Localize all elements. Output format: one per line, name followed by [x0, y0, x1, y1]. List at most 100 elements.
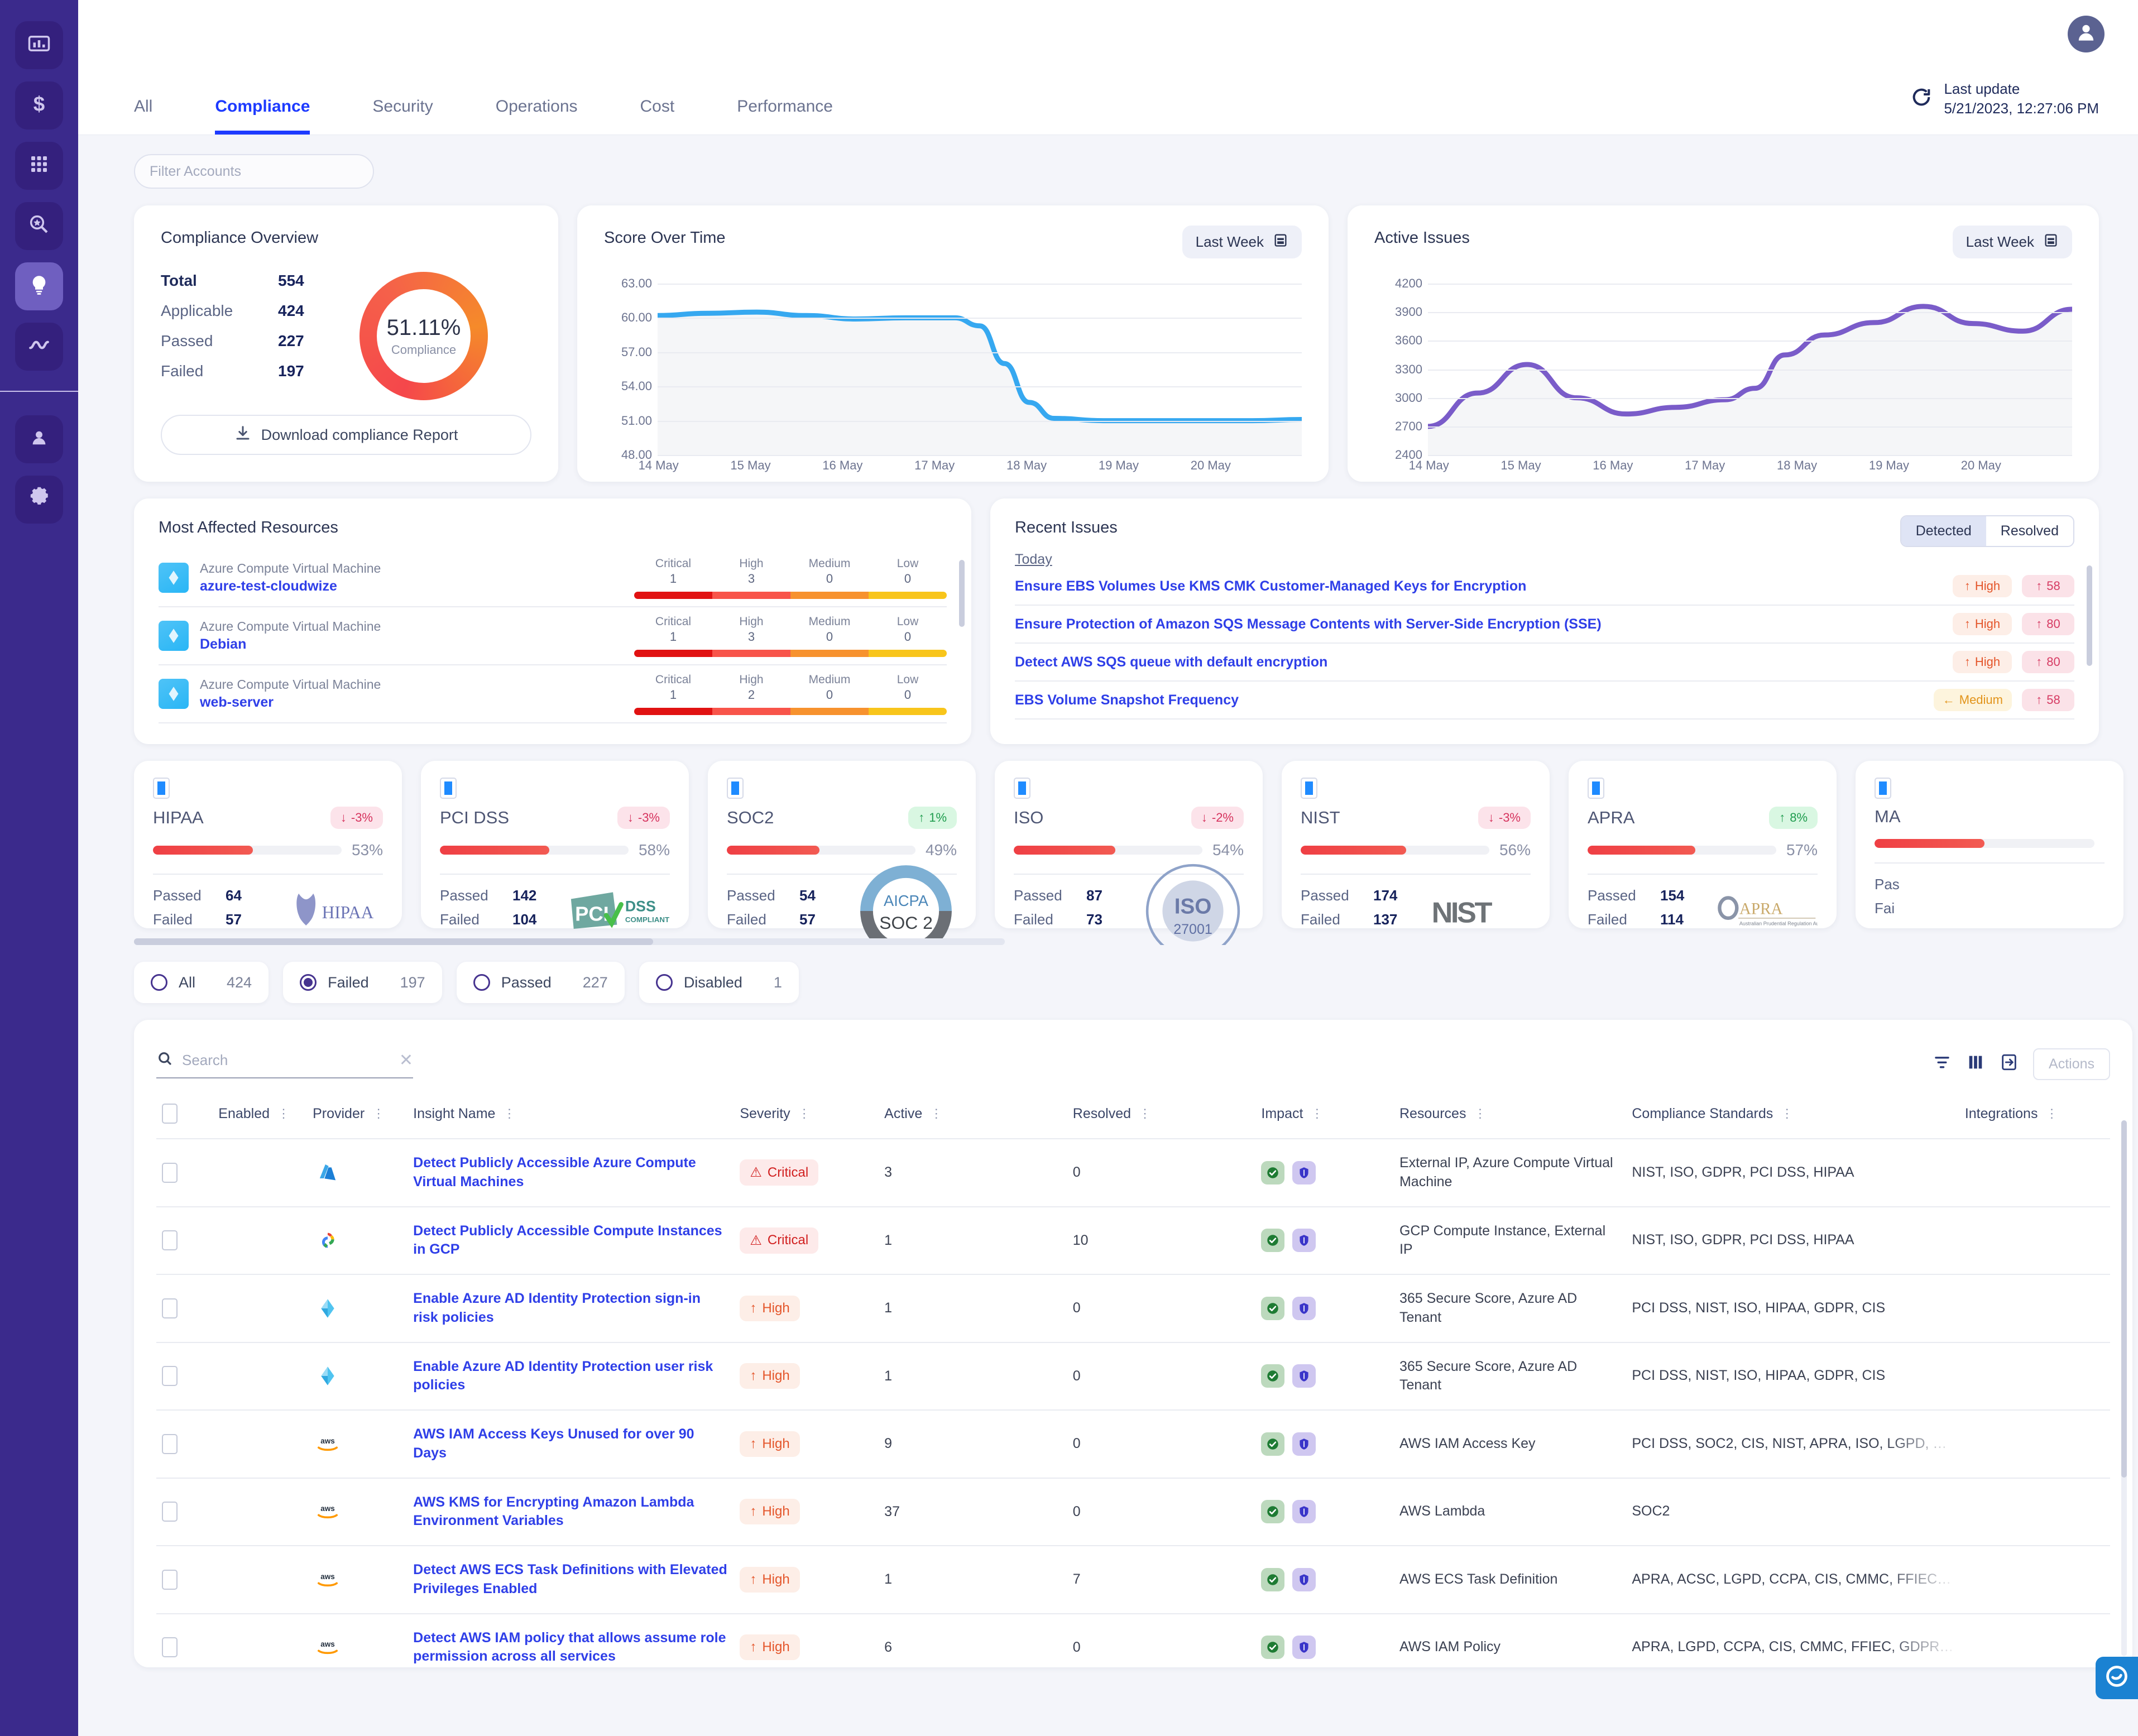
list-item[interactable]: Ensure EBS Volumes Use KMS CMK Customer-… — [1015, 568, 2074, 606]
checkbox[interactable] — [1875, 778, 1891, 799]
column-menu-icon[interactable]: ⋮ — [2045, 1106, 2058, 1121]
sidebar-item-explore[interactable] — [15, 202, 63, 250]
radio-button[interactable] — [473, 974, 490, 991]
avatar[interactable] — [2068, 16, 2105, 52]
table-row[interactable]: aws Detect AWS IAM policy that allows ass… — [156, 1613, 2110, 1667]
checkbox[interactable] — [162, 1230, 178, 1251]
col-provider[interactable]: Provider ⋮ — [307, 1089, 408, 1139]
status-filter-passed[interactable]: Passed 227 — [456, 962, 625, 1003]
row-checkbox-cell[interactable] — [156, 1139, 213, 1207]
checkbox[interactable] — [162, 1502, 178, 1522]
insight-name-cell[interactable]: Detect AWS ECS Task Definitions with Ele… — [408, 1546, 735, 1614]
scrollbar[interactable] — [2087, 565, 2092, 666]
resource-name-link[interactable]: azure-test-cloudwize — [200, 578, 634, 594]
tab-cost[interactable]: Cost — [640, 97, 675, 135]
col-impact[interactable]: Impact ⋮ — [1255, 1089, 1394, 1139]
insight-name-link[interactable]: Detect Publicly Accessible Compute Insta… — [413, 1223, 722, 1258]
tab-compliance[interactable]: Compliance — [215, 97, 310, 135]
insight-name-link[interactable]: Enable Azure AD Identity Protection sign… — [413, 1291, 701, 1325]
segment-resolved[interactable]: Resolved — [1986, 516, 2073, 546]
list-item[interactable]: Azure Compute Virtual Machine Debian Criti… — [159, 607, 947, 665]
table-row[interactable]: Detect Publicly Accessible Azure Compute… — [156, 1139, 2110, 1207]
checkbox[interactable] — [1301, 778, 1317, 799]
list-item[interactable]: Ensure Protection of Amazon SQS Message … — [1015, 606, 2074, 644]
insight-name-link[interactable]: AWS KMS for Encrypting Amazon Lambda Env… — [413, 1494, 694, 1529]
standard-card[interactable]: MA Pas Fai — [1856, 761, 2123, 928]
checkbox[interactable] — [162, 1298, 178, 1318]
checkbox[interactable] — [162, 1637, 178, 1658]
tab-operations[interactable]: Operations — [496, 97, 578, 135]
table-row[interactable]: Enable Azure AD Identity Protection user… — [156, 1342, 2110, 1411]
issue-title-link[interactable]: EBS Volume Snapshot Frequency — [1015, 692, 1924, 708]
search-input[interactable]: Search ✕ — [156, 1050, 413, 1078]
score-range-selector[interactable]: Last Week — [1182, 226, 1302, 258]
table-row[interactable]: aws AWS KMS for Encrypting Amazon Lambda … — [156, 1478, 2110, 1546]
column-menu-icon[interactable]: ⋮ — [798, 1106, 811, 1121]
row-checkbox-cell[interactable] — [156, 1274, 213, 1343]
insight-name-cell[interactable]: Enable Azure AD Identity Protection sign… — [408, 1274, 735, 1343]
enabled-cell[interactable] — [202, 1410, 308, 1479]
sidebar-item-insights[interactable] — [15, 262, 63, 310]
list-item[interactable]: EBS Volume Snapshot Frequency ← Medium ↑ 58 — [1015, 682, 2074, 720]
column-menu-icon[interactable]: ⋮ — [1311, 1106, 1324, 1121]
checkbox[interactable] — [162, 1162, 178, 1183]
row-checkbox-cell[interactable] — [156, 1546, 213, 1614]
standards-scrollbar[interactable] — [134, 938, 1005, 945]
checkbox[interactable] — [440, 778, 457, 799]
tab-performance[interactable]: Performance — [737, 97, 833, 135]
list-item[interactable]: Detect AWS SQS queue with default encryp… — [1015, 644, 2074, 682]
row-checkbox-cell[interactable] — [156, 1342, 213, 1411]
enabled-cell[interactable] — [202, 1139, 308, 1207]
refresh-icon[interactable] — [1910, 86, 1933, 112]
download-compliance-report-button[interactable]: Download compliance Report — [161, 415, 531, 455]
col-integrations[interactable]: Integrations ⋮ — [1959, 1089, 2110, 1139]
column-menu-icon[interactable]: ⋮ — [1474, 1106, 1487, 1121]
sidebar-item-trends[interactable] — [15, 323, 63, 371]
column-menu-icon[interactable]: ⋮ — [1139, 1106, 1152, 1121]
insight-name-cell[interactable]: Enable Azure AD Identity Protection user… — [408, 1342, 735, 1411]
checkbox[interactable] — [162, 1104, 178, 1124]
col-enabled[interactable]: Enabled ⋮ — [213, 1089, 308, 1139]
insight-name-link[interactable]: Detect AWS IAM policy that allows assume… — [413, 1630, 726, 1665]
filter-accounts-input[interactable]: Filter Accounts — [134, 154, 374, 189]
col-resolved[interactable]: Resolved ⋮ — [1067, 1089, 1256, 1139]
col-active[interactable]: Active ⋮ — [879, 1089, 1067, 1139]
standard-card[interactable]: NIST ↓ -3% 56% Passed 174 Failed 137 NIST — [1282, 761, 1550, 929]
standard-card[interactable]: ISO ↓ -2% 54% Passed 87 Failed 73 ISO 27001 — [995, 761, 1263, 945]
tab-all[interactable]: All — [134, 97, 152, 135]
enabled-cell[interactable] — [202, 1546, 308, 1614]
status-filter-failed[interactable]: Failed 197 — [283, 962, 442, 1003]
chat-support-button[interactable] — [2096, 1657, 2138, 1699]
sidebar-item-settings[interactable] — [15, 476, 63, 524]
radio-button[interactable] — [300, 974, 317, 991]
table-row[interactable]: aws AWS IAM Access Keys Unused for over 9… — [156, 1410, 2110, 1479]
sidebar-item-apps[interactable] — [15, 142, 63, 190]
issue-title-link[interactable]: Ensure EBS Volumes Use KMS CMK Customer-… — [1015, 578, 1943, 594]
status-filter-disabled[interactable]: Disabled 1 — [639, 962, 799, 1003]
insight-name-link[interactable]: Detect Publicly Accessible Azure Compute… — [413, 1155, 696, 1190]
enabled-cell[interactable] — [202, 1342, 308, 1411]
sidebar-item-cost[interactable]: $ — [15, 81, 63, 130]
insight-name-cell[interactable]: AWS KMS for Encrypting Amazon Lambda Env… — [408, 1478, 735, 1546]
table-row[interactable]: aws Detect AWS ECS Task Definitions with … — [156, 1546, 2110, 1614]
checkbox[interactable] — [162, 1433, 178, 1454]
enabled-cell[interactable] — [202, 1274, 308, 1343]
standard-card[interactable]: PCI DSS ↓ -3% 58% Passed 142 Failed 104 PCI DSS CO… — [421, 761, 689, 929]
checkbox[interactable] — [162, 1366, 178, 1387]
row-checkbox-cell[interactable] — [156, 1478, 213, 1546]
standard-card[interactable]: HIPAA ↓ -3% 53% Passed 64 Failed 57 HIPAA — [134, 761, 402, 928]
col-insight-name[interactable]: Insight Name ⋮ — [408, 1089, 735, 1139]
columns-icon[interactable] — [1966, 1053, 1985, 1076]
column-menu-icon[interactable]: ⋮ — [372, 1106, 385, 1121]
insight-name-cell[interactable]: AWS IAM Access Keys Unused for over 90 D… — [408, 1410, 735, 1479]
checkbox[interactable] — [727, 778, 744, 799]
resource-name-link[interactable]: Debian — [200, 636, 634, 653]
scrollbar[interactable] — [959, 560, 965, 627]
enabled-cell[interactable] — [202, 1613, 308, 1667]
resource-name-link[interactable]: web-server — [200, 694, 634, 711]
col-resources[interactable]: Resources ⋮ — [1393, 1089, 1627, 1139]
table-scrollbar[interactable] — [2121, 1120, 2127, 1656]
checkbox[interactable] — [1588, 778, 1604, 799]
row-checkbox-cell[interactable] — [156, 1206, 213, 1275]
insight-name-link[interactable]: Enable Azure AD Identity Protection user… — [413, 1359, 713, 1393]
